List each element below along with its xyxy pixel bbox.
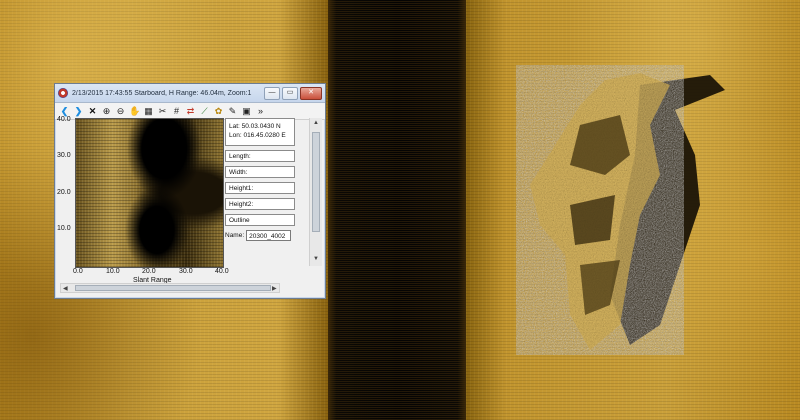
vertical-scroll-thumb[interactable] [312, 132, 320, 232]
y-tick: 10.0 [57, 225, 71, 232]
chart-icon[interactable]: ⟋ [199, 106, 210, 117]
length-button[interactable]: Length: [225, 150, 295, 162]
pan-icon[interactable]: ✋ [129, 106, 140, 117]
back-icon[interactable]: ❮ [59, 106, 70, 117]
longitude-value: Lon: 016.45.0280 E [229, 132, 286, 139]
height1-button[interactable]: Height1: [225, 182, 295, 194]
vertical-scrollbar[interactable]: ▲ ▼ [309, 118, 322, 266]
scroll-left-icon[interactable]: ◀ [63, 285, 68, 292]
y-tick: 20.0 [57, 189, 71, 196]
window-title: 2/13/2015 17:43:55 Starboard, H Range: 4… [72, 89, 252, 97]
height2-button[interactable]: Height2: [225, 198, 295, 210]
save-icon[interactable]: ▣ [241, 106, 252, 117]
x-tick: 40.0 [215, 268, 229, 275]
window-titlebar[interactable]: 2/13/2015 17:43:55 Starboard, H Range: 4… [55, 84, 325, 103]
shipwreck-target [530, 73, 725, 350]
horizontal-scroll-thumb[interactable] [75, 285, 271, 291]
name-label: Name: [225, 232, 245, 239]
swap-icon[interactable]: ⇄ [185, 106, 196, 117]
x-tick: 30.0 [179, 268, 193, 275]
maximize-button[interactable]: ▭ [282, 86, 298, 100]
zoom-out-icon[interactable]: ⊖ [115, 106, 126, 117]
scroll-right-icon[interactable]: ▶ [272, 285, 277, 292]
hash-grid-icon[interactable]: # [171, 106, 182, 117]
edit-icon[interactable]: ✎ [227, 106, 238, 117]
x-tick: 20.0 [142, 268, 156, 275]
close-button[interactable]: ✕ [300, 86, 322, 100]
forward-icon[interactable]: ❯ [73, 106, 84, 117]
horizontal-scrollbar[interactable]: ◀ ▶ [60, 283, 280, 293]
more-icon[interactable]: » [255, 106, 266, 117]
x-tick: 0.0 [73, 268, 83, 275]
position-readout: Lat: 50.03.0430 N Lon: 016.45.0280 E [225, 118, 295, 146]
delete-icon[interactable]: ✕ [87, 106, 98, 117]
y-tick: 30.0 [57, 152, 71, 159]
scroll-down-icon[interactable]: ▼ [313, 256, 319, 262]
target-info-window: 2/13/2015 17:43:55 Starboard, H Range: 4… [54, 83, 326, 299]
minimize-button[interactable]: — [264, 86, 280, 100]
y-tick: 40.0 [57, 116, 71, 123]
scroll-up-icon[interactable]: ▲ [313, 120, 319, 126]
water-column [328, 0, 466, 420]
x-tick: 10.0 [106, 268, 120, 275]
target-properties-panel: Lat: 50.03.0430 N Lon: 016.45.0280 E Len… [225, 118, 297, 241]
palette-icon[interactable]: ✿ [213, 106, 224, 117]
zoom-in-icon[interactable]: ⊕ [101, 106, 112, 117]
outline-button[interactable]: Outline [225, 214, 295, 226]
measure-icon[interactable]: ✂ [157, 106, 168, 117]
latitude-value: Lat: 50.03.0430 N [229, 123, 281, 130]
name-input[interactable]: 20300_4002 [246, 230, 292, 241]
app-logo-icon [58, 88, 68, 98]
grid-icon[interactable]: ▦ [143, 106, 154, 117]
width-button[interactable]: Width: [225, 166, 295, 178]
target-sonar-plot[interactable] [75, 118, 224, 268]
